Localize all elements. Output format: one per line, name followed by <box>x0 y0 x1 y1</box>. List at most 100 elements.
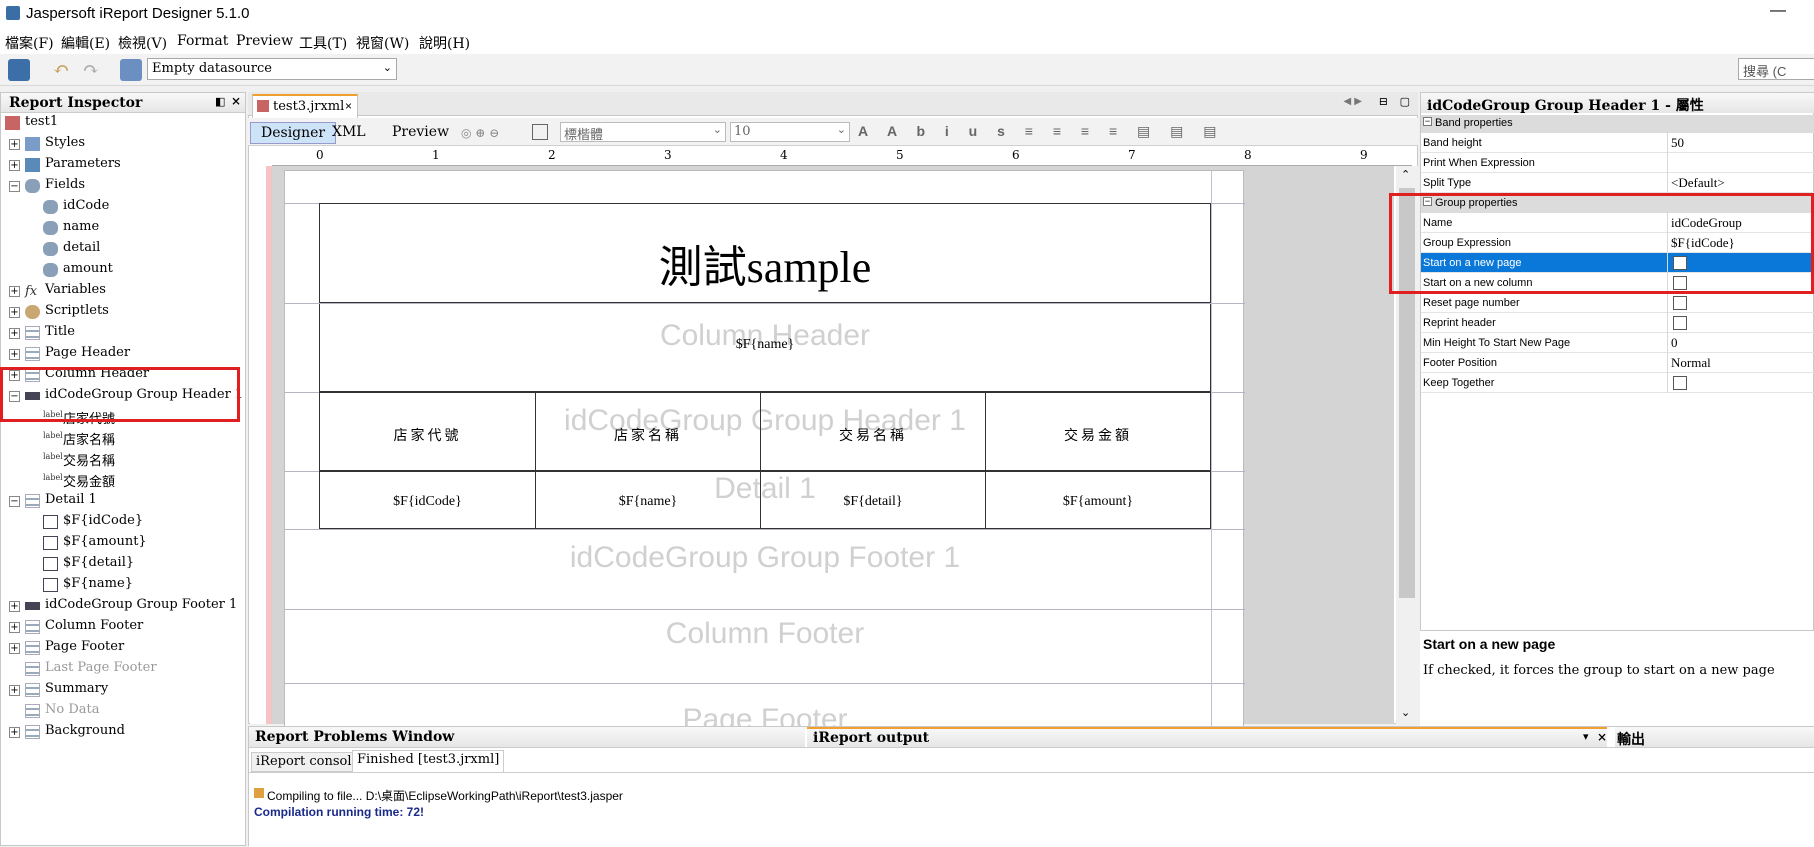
maximize-icon[interactable]: ▢ <box>1400 95 1410 108</box>
tree-item[interactable]: − Detail 1 <box>1 491 241 512</box>
detail-cell[interactable]: $F{detail} <box>760 471 986 529</box>
scroll-down-icon[interactable]: ⌄ <box>1401 706 1410 719</box>
expand-icon[interactable]: + <box>9 622 20 633</box>
undo-icon[interactable]: ↶ <box>50 59 72 81</box>
expand-icon[interactable]: + <box>9 601 20 612</box>
expand-icon[interactable]: + <box>9 685 20 696</box>
header-cell[interactable]: 交易金額 <box>985 392 1211 471</box>
property-row[interactable]: Min Height To Start New Page 0 <box>1421 333 1814 353</box>
detail-cell[interactable]: $F{name} <box>535 471 761 529</box>
property-checkbox[interactable] <box>1673 316 1687 330</box>
header-cell[interactable]: 交易名稱 <box>760 392 986 471</box>
property-checkbox[interactable] <box>1673 296 1687 310</box>
scroll-up-icon[interactable]: ⌃ <box>1401 168 1410 181</box>
tree-item[interactable]: + Background <box>1 722 241 743</box>
view-preview-button[interactable]: Preview <box>382 122 459 144</box>
tree-item[interactable]: label 交易名稱 <box>1 449 241 470</box>
font-size-select[interactable]: 10 ⌄ <box>730 122 850 142</box>
tree-item[interactable]: Last Page Footer <box>1 659 241 680</box>
band-separator[interactable] <box>285 529 1245 530</box>
property-row[interactable]: Band height 50 <box>1421 133 1814 153</box>
column-header-field[interactable]: $F{name} <box>319 337 1211 353</box>
expand-icon[interactable]: + <box>9 643 20 654</box>
save-all-icon[interactable] <box>8 59 30 81</box>
tab-test3[interactable]: test3.jrxml × <box>252 94 358 118</box>
property-value[interactable]: 0 <box>1671 335 1678 351</box>
minimize-button[interactable]: — <box>1770 2 1786 20</box>
tree-item[interactable]: amount <box>1 260 241 281</box>
tab-finished[interactable]: Finished [test3.jrxml] <box>352 750 505 772</box>
expand-icon[interactable]: + <box>9 139 20 150</box>
tree-item[interactable]: + idCodeGroup Group Footer 1 <box>1 596 241 617</box>
tree-item[interactable]: + Summary <box>1 680 241 701</box>
property-value[interactable]: Normal <box>1671 355 1711 371</box>
property-row[interactable]: Print When Expression <box>1421 153 1814 173</box>
menu-window[interactable]: 視窗(W) <box>356 33 409 53</box>
tree-item[interactable]: + Title <box>1 323 241 344</box>
detail-cell[interactable]: $F{amount} <box>985 471 1211 529</box>
property-value[interactable]: <Default> <box>1671 175 1725 191</box>
property-row[interactable]: Reset page number <box>1421 293 1814 313</box>
property-checkbox[interactable] <box>1673 376 1687 390</box>
tree-item[interactable]: No Data <box>1 701 241 722</box>
menu-view[interactable]: 檢視(V) <box>118 33 167 53</box>
close-panel-icon[interactable]: × <box>231 94 241 108</box>
tree-item[interactable]: label 店家名稱 <box>1 428 241 449</box>
close-tab-icon[interactable]: × <box>345 99 352 113</box>
zoom-icons[interactable]: ◎ ⊕ ⊖ <box>461 126 525 140</box>
expand-icon[interactable]: + <box>9 307 20 318</box>
datasource-icon[interactable] <box>120 59 142 81</box>
property-row[interactable]: Keep Together <box>1421 373 1814 393</box>
tab-list-icon[interactable]: ⊟ <box>1379 95 1388 108</box>
tree-item[interactable]: $F{name} <box>1 575 241 596</box>
expand-icon[interactable]: + <box>9 286 20 297</box>
collapse-icon[interactable]: − <box>9 496 20 507</box>
tree-item[interactable]: + Column Footer <box>1 617 241 638</box>
problems-window-header[interactable]: Report Problems Window <box>249 727 805 747</box>
tree-item[interactable]: detail <box>1 239 241 260</box>
detail-cell[interactable]: $F{idCode} <box>319 471 536 529</box>
collapse-icon[interactable]: − <box>9 181 20 192</box>
menu-tools[interactable]: 工具(T) <box>299 33 347 53</box>
datasource-select[interactable]: Empty datasource ⌄ <box>147 58 397 80</box>
tree-item[interactable]: $F{amount} <box>1 533 241 554</box>
output-tab-header[interactable]: 輸出 <box>1615 727 1814 748</box>
minimize-panel-icon[interactable]: ▾ <box>1583 730 1589 743</box>
menu-file[interactable]: 檔案(F) <box>5 33 54 53</box>
tree-item[interactable]: label 交易金額 <box>1 470 241 491</box>
expand-icon[interactable]: + <box>9 727 20 738</box>
tree-item[interactable]: name <box>1 218 241 239</box>
output-window-header[interactable]: iReport output ▾ × <box>807 727 1607 747</box>
band-separator[interactable] <box>285 683 1245 684</box>
tree-item[interactable]: + Styles <box>1 134 241 155</box>
tree-item[interactable]: idCode <box>1 197 241 218</box>
tree-item[interactable]: $F{idCode} <box>1 512 241 533</box>
properties-icon[interactable] <box>532 124 548 140</box>
property-row[interactable]: Split Type <Default> <box>1421 173 1814 193</box>
view-xml-button[interactable]: XML <box>322 122 376 144</box>
property-value[interactable]: 50 <box>1671 135 1684 151</box>
tree-item[interactable]: + fx Variables <box>1 281 241 302</box>
search-box[interactable]: 搜尋 (C <box>1738 58 1814 80</box>
tree-item[interactable]: + Page Footer <box>1 638 241 659</box>
close-panel-icon[interactable]: × <box>1597 730 1607 744</box>
menu-format[interactable]: Format <box>177 33 228 49</box>
collapse-icon[interactable]: − <box>1423 117 1432 126</box>
header-cell[interactable]: 店家代號 <box>319 392 536 471</box>
property-row[interactable]: Footer Position Normal <box>1421 353 1814 373</box>
text-format-icons[interactable]: A A b i u s ≡ ≡ ≡ ≡ ▤ ▤ ▤ <box>858 123 1224 140</box>
report-title-text[interactable]: 測試sample <box>319 231 1211 295</box>
band-properties-category[interactable]: − Band properties <box>1421 115 1814 133</box>
menu-help[interactable]: 說明(H) <box>419 33 470 53</box>
expand-icon[interactable]: + <box>9 349 20 360</box>
tab-ireport-console[interactable]: iReport console <box>251 752 365 772</box>
minimize-panel-icon[interactable]: ◧ <box>215 95 225 108</box>
band-separator[interactable] <box>285 609 1245 610</box>
menu-preview[interactable]: Preview <box>236 33 293 49</box>
tree-item[interactable]: + Page Header <box>1 344 241 365</box>
menu-edit[interactable]: 編輯(E) <box>61 33 110 53</box>
expand-icon[interactable]: + <box>9 160 20 171</box>
redo-icon[interactable]: ↷ <box>80 59 102 81</box>
tree-item[interactable]: + Scriptlets <box>1 302 241 323</box>
property-row[interactable]: Reprint header <box>1421 313 1814 333</box>
